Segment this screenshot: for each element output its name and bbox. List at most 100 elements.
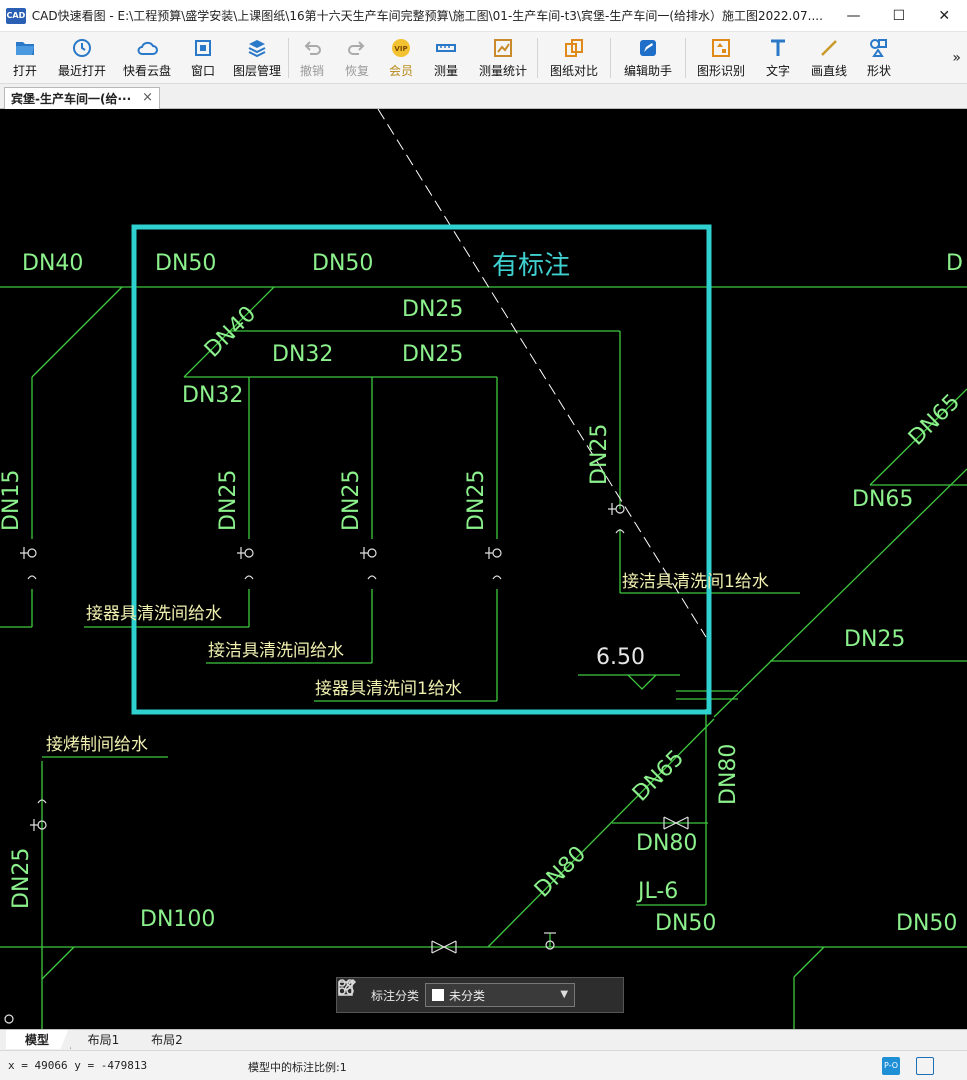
display-mode-icon[interactable] <box>916 1057 934 1075</box>
drawing-canvas[interactable]: 有标注 DN40 DN50 DN50 D DN40 DN25 DN32 DN25… <box>0 109 967 1029</box>
pipe-label: DN100 <box>140 907 216 932</box>
tab-layout1[interactable]: 布局1 <box>70 1030 136 1049</box>
measure-stats-icon <box>494 39 512 57</box>
cad-viewer-app: CAD CAD快速看图 - E:\工程预算\盛学安装\上课图纸\16第十六天生产… <box>0 0 967 1080</box>
compare-button[interactable]: 图纸对比 <box>538 32 610 84</box>
pipe-label: DN50 <box>155 251 217 276</box>
shapes-icon <box>870 39 887 57</box>
clock-history-icon <box>73 39 91 57</box>
chevron-down-icon: ▼ <box>560 989 569 1000</box>
minimize-button[interactable]: — <box>831 0 876 32</box>
shape-recognition-icon <box>712 39 730 57</box>
pipe-label: DN32 <box>272 342 334 367</box>
status-bar: x = 49066 y = -479813 模型中的标注比例:1 P-O <box>0 1050 967 1080</box>
cloud-label: 快看云盘 <box>122 64 171 78</box>
svg-text:VIP: VIP <box>394 45 407 53</box>
vip-button[interactable]: VIP 会员 <box>379 32 423 84</box>
text-tool-button[interactable]: 文字 <box>756 32 800 84</box>
window-title: CAD快速看图 - E:\工程预算\盛学安装\上课图纸\16第十六天生产车间完整… <box>31 9 823 23</box>
maximize-button[interactable]: ☐ <box>876 0 921 32</box>
toolbar-more-chevron-icon[interactable]: » <box>952 50 961 66</box>
annotation-category-select[interactable]: 未分类 ▼ <box>425 983 576 1007</box>
ruler-icon <box>436 44 456 52</box>
measure-label: 测量 <box>433 64 458 78</box>
pipe-label: DN80 <box>636 831 698 856</box>
pipe-label: DN50 <box>655 911 717 936</box>
tab-model[interactable]: 模型 <box>6 1030 68 1049</box>
pipe-label: DN25 <box>402 297 464 322</box>
line-tool-label: 画直线 <box>810 64 847 78</box>
document-tab[interactable]: 宾堡-生产车间一(给··· × <box>4 87 160 109</box>
shape-recog-button[interactable]: 图形识别 <box>686 32 756 84</box>
pipe-label: DN50 <box>312 251 374 276</box>
pipe-note: 接烤制间给水 <box>46 735 148 755</box>
window-frame-icon <box>195 40 211 56</box>
pipe-label: DN50 <box>896 911 958 936</box>
app-logo-icon: CAD <box>6 7 26 24</box>
line-tool-button[interactable]: 画直线 <box>800 32 858 84</box>
open-label: 打开 <box>12 64 37 78</box>
shape-recog-label: 图形识别 <box>696 64 745 78</box>
edit-assist-icon <box>640 40 656 56</box>
markup-note-text: 有标注 <box>492 251 571 281</box>
cursor-coordinates: x = 49066 y = -479813 <box>8 1059 148 1072</box>
tab-layout2[interactable]: 布局2 <box>134 1030 200 1049</box>
pipe-label: DN25 <box>464 469 489 531</box>
redo-button[interactable]: 恢复 <box>335 32 379 84</box>
layers-label: 图层管理 <box>232 64 281 78</box>
layers-button[interactable]: 图层管理 <box>226 32 288 84</box>
cloud-icon <box>137 41 158 55</box>
undo-button[interactable]: 撤销 <box>289 32 335 84</box>
redo-icon <box>348 41 365 55</box>
open-button[interactable]: 打开 <box>0 32 50 84</box>
cad-drawing-lines <box>0 109 967 1029</box>
redo-label: 恢复 <box>344 64 369 78</box>
recent-button[interactable]: 最近打开 <box>50 32 114 84</box>
annotation-category-label: 标注分类 <box>371 988 420 1003</box>
pipe-label: DN15 <box>0 469 24 531</box>
pipe-label: DN32 <box>182 383 244 408</box>
pipe-label: DN65 <box>852 487 914 512</box>
main-toolbar: 打开 最近打开 快看云盘 窗口 图层管理 撤销 恢复 VIP 会员 测量 测量统… <box>0 32 967 84</box>
edit-assist-button[interactable]: 编辑助手 <box>611 32 685 84</box>
line-draw-icon <box>821 40 837 56</box>
measure-stats-button[interactable]: 测量统计 <box>469 32 537 84</box>
undo-label: 撤销 <box>299 64 324 78</box>
recent-label: 最近打开 <box>57 64 106 78</box>
annotation-category-value: 未分类 <box>449 988 486 1003</box>
pipe-label: DN25 <box>402 342 464 367</box>
shape-tool-label: 形状 <box>866 64 891 78</box>
print-preview-icon[interactable]: P-O <box>882 1057 900 1075</box>
layers-icon <box>248 40 266 58</box>
cloud-button[interactable]: 快看云盘 <box>114 32 180 84</box>
pipe-note: 接器具清洗间给水 <box>86 604 222 624</box>
vip-label: 会员 <box>388 64 413 78</box>
annotation-scale: 模型中的标注比例:1 <box>248 1061 347 1074</box>
pipe-label: DN25 <box>9 847 34 909</box>
pipe-label: DN25 <box>216 469 241 531</box>
pipe-label: DN25 <box>339 469 364 531</box>
annotation-category-bar: 标注分类 未分类 ▼ <box>336 977 624 1013</box>
tab-close-icon[interactable]: × <box>142 90 153 105</box>
layout-tab-bar: 模型 布局1 布局2 <box>0 1029 967 1049</box>
window-label: 窗口 <box>190 64 215 78</box>
document-tab-strip: 宾堡-生产车间一(给··· × <box>0 85 967 109</box>
measure-stats-label: 测量统计 <box>478 64 527 78</box>
pipe-label: DN25 <box>844 627 906 652</box>
category-color-swatch <box>432 989 445 1001</box>
edit-assist-label: 编辑助手 <box>623 64 672 78</box>
measure-button[interactable]: 测量 <box>423 32 469 84</box>
undo-icon <box>304 41 321 55</box>
pipe-label: DN40 <box>22 251 84 276</box>
pipe-label: DN80 <box>716 743 741 805</box>
close-button[interactable]: ✕ <box>922 0 967 32</box>
shape-tool-button[interactable]: 形状 <box>858 32 900 84</box>
title-bar: CAD CAD快速看图 - E:\工程预算\盛学安装\上课图纸\16第十六天生产… <box>0 0 967 32</box>
window-button[interactable]: 窗口 <box>180 32 226 84</box>
text-tool-label: 文字 <box>765 64 790 78</box>
document-tab-label: 宾堡-生产车间一(给··· <box>11 92 132 106</box>
compare-icon <box>565 39 583 57</box>
elevation-label: 6.50 <box>596 645 645 670</box>
pipe-label: DN25 <box>587 423 612 485</box>
pipe-note: 接洁具清洗间给水 <box>208 641 344 661</box>
